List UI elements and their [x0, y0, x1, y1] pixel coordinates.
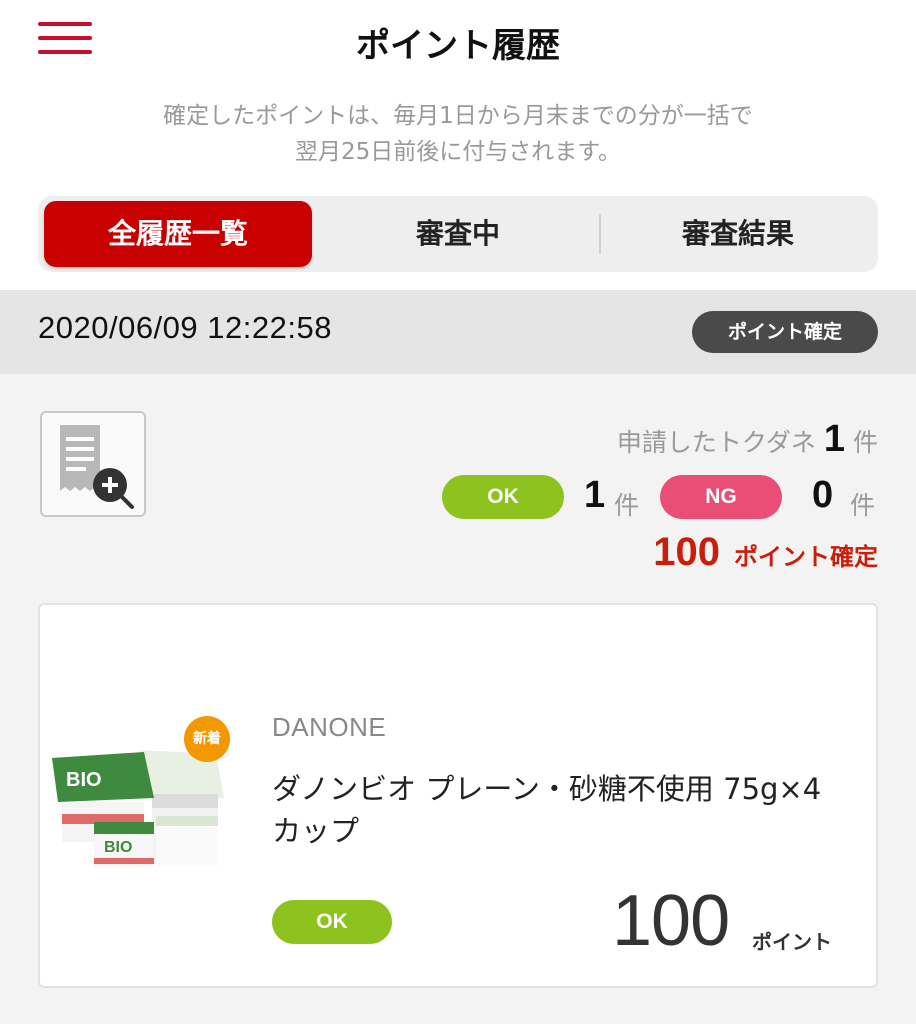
ng-badge: NG [660, 475, 782, 519]
product-brand-mark-small: BIO [104, 839, 132, 856]
tab-review-results[interactable]: 審査結果 [602, 201, 874, 267]
applied-unit: 件 [852, 428, 878, 457]
notice-line-1: 確定したポイントは、毎月1日から月末までの分が一括で [163, 103, 753, 129]
ng-count: 0 [812, 474, 834, 516]
receipt-zoom-icon [60, 425, 134, 509]
product-brand-mark: BIO [66, 769, 102, 791]
notice-line-2: 翌月25日前後に付与されます。 [295, 139, 621, 165]
ok-unit: 件 [614, 491, 640, 520]
applied-label: 申請したトクダネ [616, 428, 816, 457]
product-points-unit: ポイント [752, 930, 832, 954]
page-title: ポイント履歴 [356, 26, 560, 66]
product-brand: DANONE [272, 712, 387, 742]
tab-all-history[interactable]: 全履歴一覧 [44, 201, 312, 267]
entry-datetime: 2020/06/09 12:22:58 [38, 310, 332, 345]
product-name: ダノンビオ プレーン・砂糖不使用 75g×4カップ [272, 772, 822, 848]
points-notice: 確定したポイントは、毎月1日から月末までの分が一括で 翌月25日前後に付与されま… [0, 98, 916, 170]
history-tabs: 全履歴一覧 審査中 審査結果 [38, 196, 878, 272]
total-points-label: ポイント確定 [734, 543, 878, 571]
app-header: ポイント履歴 [0, 0, 916, 80]
new-badge: 新着 [184, 716, 230, 762]
total-points-value: 100 [653, 530, 720, 574]
receipt-zoom-button[interactable] [40, 411, 146, 517]
applied-summary: 申請したトクダネ 1 件 [617, 418, 878, 461]
status-badge: ポイント確定 [692, 311, 878, 353]
ok-count: 1 [584, 474, 606, 516]
applied-count: 1 [823, 418, 845, 460]
product-status-badge: OK [272, 900, 392, 944]
tab-divider [599, 214, 601, 254]
tab-under-review[interactable]: 審査中 [318, 201, 598, 267]
total-points: 100 ポイント確定 [653, 530, 878, 575]
product-points: 100 [612, 881, 730, 961]
ng-unit: 件 [850, 491, 876, 520]
ok-badge: OK [442, 475, 564, 519]
